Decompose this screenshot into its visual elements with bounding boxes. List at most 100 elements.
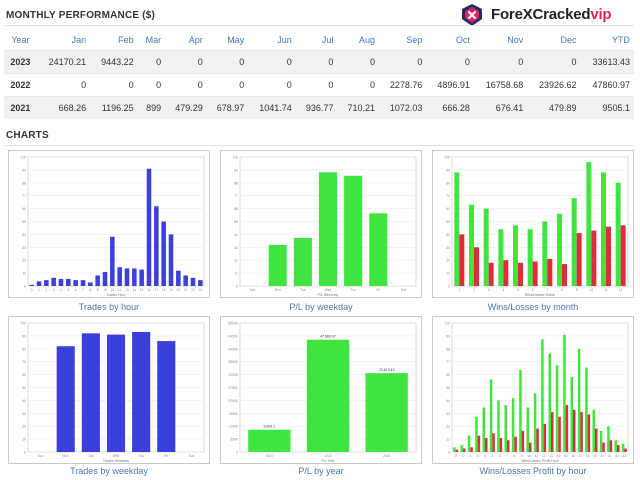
y-tick-label: 20: [446, 259, 450, 263]
bar: [139, 269, 144, 286]
x-tick-label: 11: [111, 288, 115, 292]
value-cell: 9505.1: [580, 96, 634, 119]
y-tick-label: 100: [444, 156, 450, 160]
chart-caption: P/L by weekday: [289, 302, 353, 312]
bar: [36, 281, 42, 286]
bar: [526, 407, 529, 452]
x-tick-label: 13: [549, 454, 553, 458]
x-tick-label: Wed: [113, 454, 120, 458]
value-cell: 1072.03: [378, 96, 427, 119]
section-divider: [4, 25, 634, 26]
table-row: 2023 24170.21 9443.22 0 0 0 0 0 0 0 0 0 0 33613.43: [4, 50, 634, 74]
x-tick-label: 12: [118, 288, 122, 292]
bar: [455, 449, 459, 452]
bar: [555, 365, 559, 452]
x-tick-label: 16: [147, 288, 151, 292]
y-tick-label: 38500: [228, 360, 238, 364]
y-tick-label: 0: [448, 285, 450, 289]
y-tick-label: 0: [448, 451, 450, 455]
bar: [586, 162, 592, 286]
y-tick-label: 40: [22, 399, 26, 403]
value-cell: 0: [206, 73, 249, 97]
y-tick-label: 33: [22, 246, 26, 250]
x-tick-label: 19: [593, 454, 597, 458]
y-tick-label: 40: [446, 233, 450, 237]
y-tick-label: 70: [446, 194, 450, 198]
x-tick-label: 1: [462, 454, 464, 458]
column-header: Year: [11, 35, 30, 45]
x-tick-label: 18: [586, 454, 590, 458]
chart-trades-by-weekday: 0 10 20 30 40 50 60 70 80 90 100 Sun Mon Tue Wed Thu Fri…: [8, 316, 210, 464]
bar: [463, 448, 466, 452]
chart-caption: Wins/Losses Profit by hour: [479, 466, 587, 476]
bar: [198, 280, 203, 286]
bar: [621, 443, 625, 452]
bar: [532, 261, 538, 286]
value-cell: 16758.68: [473, 73, 528, 97]
bar: [470, 447, 473, 452]
value-cell: 0: [165, 73, 207, 97]
y-tick-label: 110: [20, 156, 26, 160]
year-cell: 2021: [4, 96, 37, 119]
column-header: Jul: [321, 35, 334, 45]
x-tick-label: 21: [608, 454, 612, 458]
value-cell: 0: [473, 50, 528, 74]
x-tick-label: 18: [162, 288, 166, 292]
y-tick-label: 16500: [228, 412, 238, 416]
value-cell: 0: [337, 73, 379, 97]
x-axis-label: P/L Year: [321, 459, 335, 463]
bar: [576, 233, 582, 286]
bar: [519, 369, 522, 452]
bar: [268, 244, 287, 286]
x-tick-label: 2: [473, 288, 475, 292]
bar: [29, 284, 34, 286]
bar: [154, 206, 159, 286]
value-cell: 23926.62: [527, 73, 581, 97]
bar: [565, 405, 569, 452]
bar: [365, 373, 408, 452]
bar: [454, 172, 460, 286]
bar: [475, 416, 478, 452]
y-tick-label: 50: [22, 386, 26, 390]
x-tick-label: 2: [469, 454, 471, 458]
x-tick-label: 11: [535, 454, 539, 458]
value-cell: 479.29: [165, 96, 207, 119]
chart-caption: Trades by weekday: [70, 466, 148, 476]
y-tick-label: 27500: [228, 386, 238, 390]
bar: [183, 275, 188, 286]
bar: [110, 236, 115, 286]
x-tick-label: 2023: [383, 454, 390, 458]
chart-wins-losses-by-month: 0 10 20 30 40 50 60 70 80 90 100 1 2 3 4 5 6 7 8 9 10 11 12 Win…: [432, 150, 634, 298]
bar: [542, 221, 548, 286]
data-label: 47,860.97: [320, 335, 336, 339]
y-tick-label: 20: [22, 425, 26, 429]
year-cell: 2022: [4, 73, 37, 97]
chart-p-l-by-weekday: 0 11 22 33 44 55 66 77 88 99 110 Sun Mon Tue Wed Thu Fri…: [220, 150, 422, 298]
bar: [558, 416, 561, 452]
x-axis-label: P/L Weekday: [318, 293, 339, 297]
bar: [529, 442, 532, 452]
data-label: 9,505.1: [263, 425, 275, 429]
bar: [503, 260, 509, 286]
bar: [124, 268, 130, 286]
bar: [293, 237, 312, 286]
x-tick-label: 6: [75, 288, 77, 292]
bar: [615, 182, 621, 286]
x-tick-label: 14: [557, 454, 561, 458]
bar: [56, 346, 75, 452]
y-tick-label: 66: [22, 207, 26, 211]
chart-wins-losses-profit-by-hour: 0 11 22 33 44 55 66 77 88 99 110 0 1 2 3 4 5 6 7 8 9 10 11 12 13…: [432, 316, 634, 464]
bar: [592, 409, 595, 452]
table-row: 2022 0 0 0 0 0 0 0 0 2278.76 4896.91 16758.68 23926.…: [4, 73, 634, 97]
y-tick-label: 22: [446, 425, 450, 429]
x-tick-label: 20: [601, 454, 605, 458]
value-cell: 899: [137, 96, 166, 119]
bar: [132, 332, 151, 452]
y-tick-label: 11: [234, 272, 238, 276]
chart-trades-by-hour: 0 11 22 33 44 55 66 77 88 99 110 0 1 2 3 4 5 6 7 8 9 10 11 12 13…: [8, 150, 210, 298]
bar: [88, 282, 93, 286]
x-tick-label: 9: [521, 454, 523, 458]
y-tick-label: 66: [234, 207, 238, 211]
x-axis-label: Trades Weekday: [103, 459, 130, 463]
bar: [602, 442, 605, 452]
